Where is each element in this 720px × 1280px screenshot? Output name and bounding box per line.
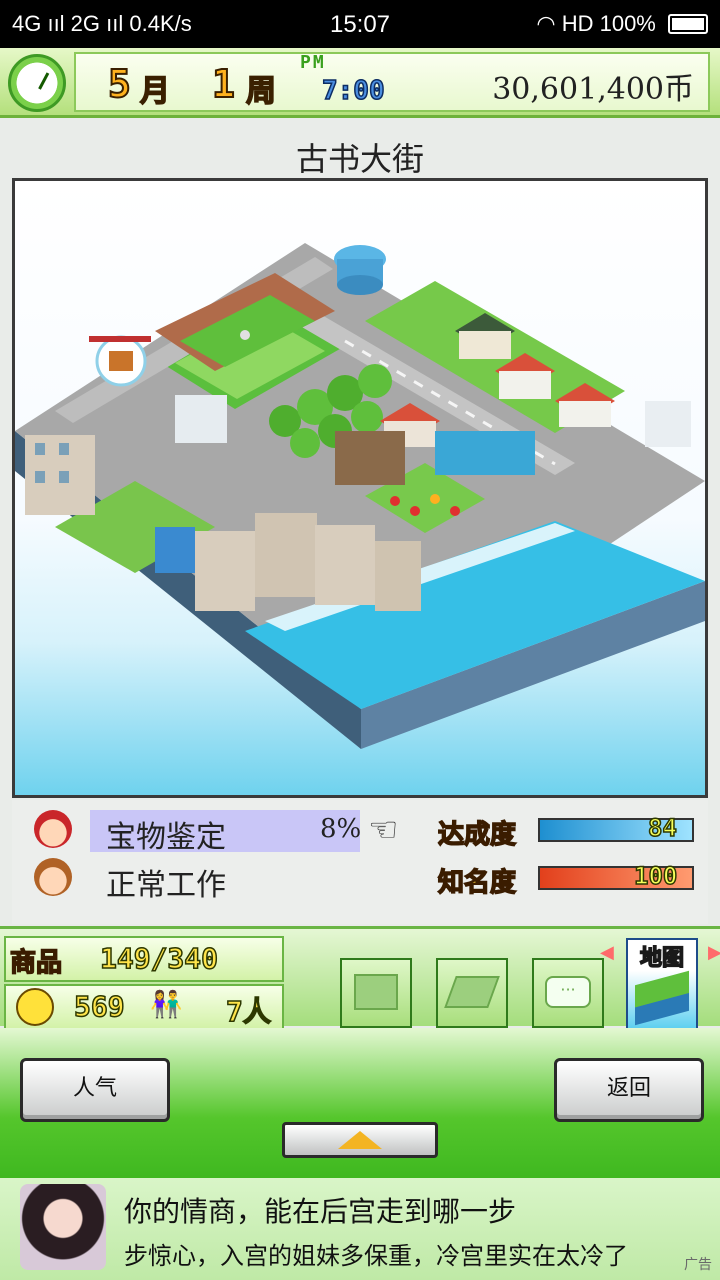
status-right: ◠ HD 100%	[536, 11, 708, 37]
ad-avatar	[20, 1184, 106, 1270]
fame-value: 100	[633, 861, 678, 891]
wifi-icon: ◠	[536, 11, 556, 36]
finance-button[interactable]	[436, 958, 508, 1028]
chat-button[interactable]: ···	[532, 958, 604, 1028]
arrow-right-icon[interactable]: ▶	[708, 942, 720, 963]
island-icon	[635, 970, 689, 1026]
money-amount: 30,601,400币	[492, 72, 694, 107]
achievement-label: 达成度	[437, 819, 517, 851]
staff-count: 7人	[225, 994, 271, 1029]
achievement-value: 84	[647, 813, 677, 843]
ad-tag: 广告	[684, 1257, 712, 1273]
map-button[interactable]: 地图	[626, 938, 698, 1030]
town-map-view[interactable]	[12, 178, 708, 798]
clock-icon[interactable]	[8, 54, 66, 112]
arrow-left-icon[interactable]: ◀	[600, 942, 614, 963]
cash-icon	[444, 976, 500, 1008]
game-time: 7:00	[321, 75, 385, 107]
goods-count: 149/340	[99, 941, 219, 976]
expand-button[interactable]	[282, 1122, 438, 1158]
chevron-up-icon	[338, 1131, 382, 1149]
month-unit: 月	[139, 73, 171, 110]
water-tower	[334, 245, 386, 295]
month-number: 5	[107, 61, 132, 107]
ad-title[interactable]: 你的情商，能在后宫走到哪一步	[124, 1190, 516, 1230]
back-button[interactable]: 返回	[554, 1058, 704, 1122]
shop-icon	[354, 974, 398, 1010]
chat-icon: ···	[545, 976, 591, 1008]
goods-label: 商品	[9, 947, 63, 979]
shop-button[interactable]	[340, 958, 412, 1028]
task-progress: 8%	[320, 814, 362, 844]
isometric-town-illustration	[15, 243, 705, 749]
ampm-label: PM	[300, 52, 326, 73]
location-title: 古书大街	[295, 140, 424, 178]
smile-icon	[16, 988, 54, 1026]
staff-avatar	[34, 858, 72, 896]
pointing-hand-icon[interactable]: ☜	[368, 810, 398, 850]
popularity-button[interactable]: 人气	[20, 1058, 170, 1122]
ad-description[interactable]: 步惊心，入宫的姐妹多保重，冷宫里实在太冷了	[124, 1236, 698, 1271]
staff-icon: 👫	[150, 990, 183, 1020]
task-name: 宝物鉴定	[106, 820, 226, 855]
map-label: 地图	[639, 945, 685, 972]
battery-icon	[668, 14, 708, 34]
week-number: 1	[211, 61, 236, 107]
week-unit: 周	[245, 73, 277, 110]
fame-label: 知名度	[437, 867, 517, 899]
researcher-avatar	[34, 810, 72, 848]
work-status: 正常工作	[106, 868, 226, 903]
system-status-bar: 4G ııl 2G ııl 0.4K/s 15:07 ◠ HD 100%	[0, 0, 720, 48]
mood-value: 569	[73, 989, 125, 1024]
